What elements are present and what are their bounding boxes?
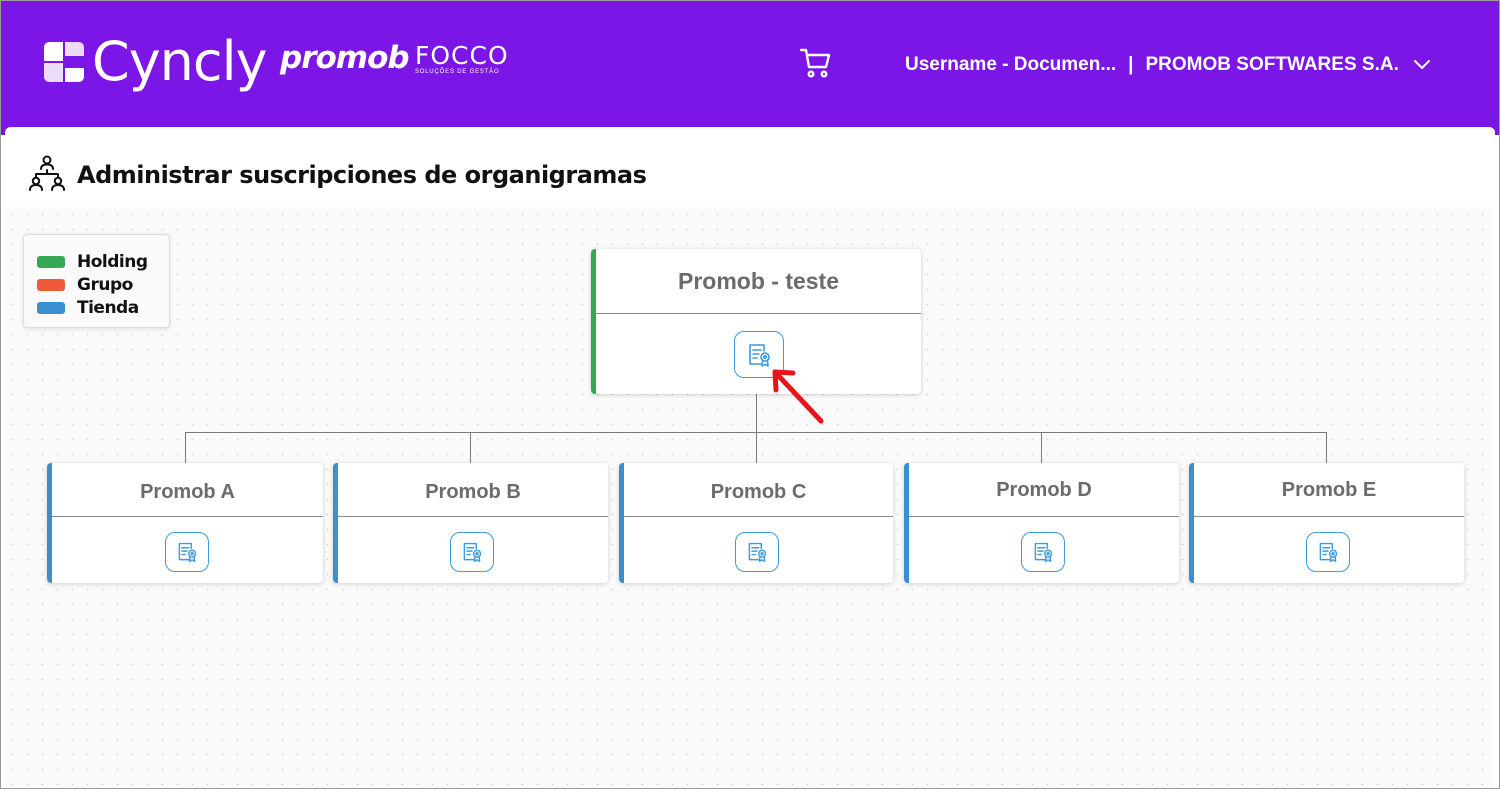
page-card: Administrar suscripciones de organigrama… [5,127,1495,789]
legend-item-grupo: Grupo [37,273,169,296]
legend-item-holding: Holding [37,250,169,273]
org-node-child[interactable]: Promob E [1189,463,1464,583]
red-arrow-icon [772,369,824,424]
connector-child [1041,432,1042,464]
user-separator: | [1128,54,1134,75]
node-title: Promob B [425,481,521,503]
connector-child [756,432,757,464]
node-title: Promob - teste [677,268,840,294]
certificate-icon [1034,542,1053,563]
node-divider [1194,516,1464,517]
certificate-icon [463,542,482,563]
focco-wordmark: FOCCO [415,41,509,70]
page-header: Administrar suscripciones de organigrama… [5,127,1495,207]
legend: Holding Grupo Tienda [23,234,170,328]
node-title: Promob D [996,479,1092,501]
org-chart-icon [29,155,65,191]
node-divider [624,516,893,517]
org-node-child[interactable]: Promob C [619,463,893,583]
chevron-down-icon[interactable] [1413,59,1431,71]
org-node-child[interactable]: Promob B [333,463,608,583]
subscriptions-button[interactable] [165,532,209,572]
connector-child [185,432,186,464]
node-divider [596,313,921,314]
connector-root-down [756,394,757,433]
certificate-icon [748,542,767,563]
legend-swatch [37,255,65,268]
org-node-root[interactable]: Promob - teste [591,249,921,394]
connector-child [1326,432,1327,464]
certificate-icon [1319,542,1338,563]
legend-swatch [37,301,65,314]
node-divider [909,516,1179,517]
focco-logo: FOCCO SOLUÇÕES DE GESTÃO [415,41,509,75]
org-node-child[interactable]: Promob A [47,463,323,583]
certificate-icon [178,542,197,563]
subscriptions-button[interactable] [1021,532,1065,572]
username-label: Username - Documen... [905,54,1117,75]
focco-tagline: SOLUÇÕES DE GESTÃO [415,69,500,75]
cyncly-logo[interactable]: Cyncly [44,30,268,93]
promob-logo: promob [280,40,410,76]
node-divider [52,516,323,517]
connector-child [470,432,471,464]
node-title: Promob C [710,481,807,503]
cart-icon[interactable] [799,47,833,79]
subscriptions-button[interactable] [1306,532,1350,572]
cyncly-mark-icon [44,42,84,82]
legend-label: Grupo [77,274,133,295]
subscriptions-button[interactable] [450,532,494,572]
node-divider [338,516,608,517]
legend-label: Tienda [77,297,139,318]
node-title: Promob A [140,481,235,503]
legend-swatch [37,278,65,291]
legend-label: Holding [77,251,148,272]
org-node-child[interactable]: Promob D [904,463,1179,583]
node-title: Promob E [1281,479,1377,501]
page-title: Administrar suscripciones de organigrama… [77,161,647,189]
user-menu[interactable]: Username - Documen... | PROMOB SOFTWARES… [905,54,1431,76]
legend-item-tienda: Tienda [37,296,169,319]
top-bar: Cyncly promob FOCCO SOLUÇÕES DE GESTÃO U… [0,0,1500,135]
subscriptions-button[interactable] [735,532,779,572]
company-label: PROMOB SOFTWARES S.A. [1145,54,1399,75]
cyncly-wordmark: Cyncly [92,30,268,93]
